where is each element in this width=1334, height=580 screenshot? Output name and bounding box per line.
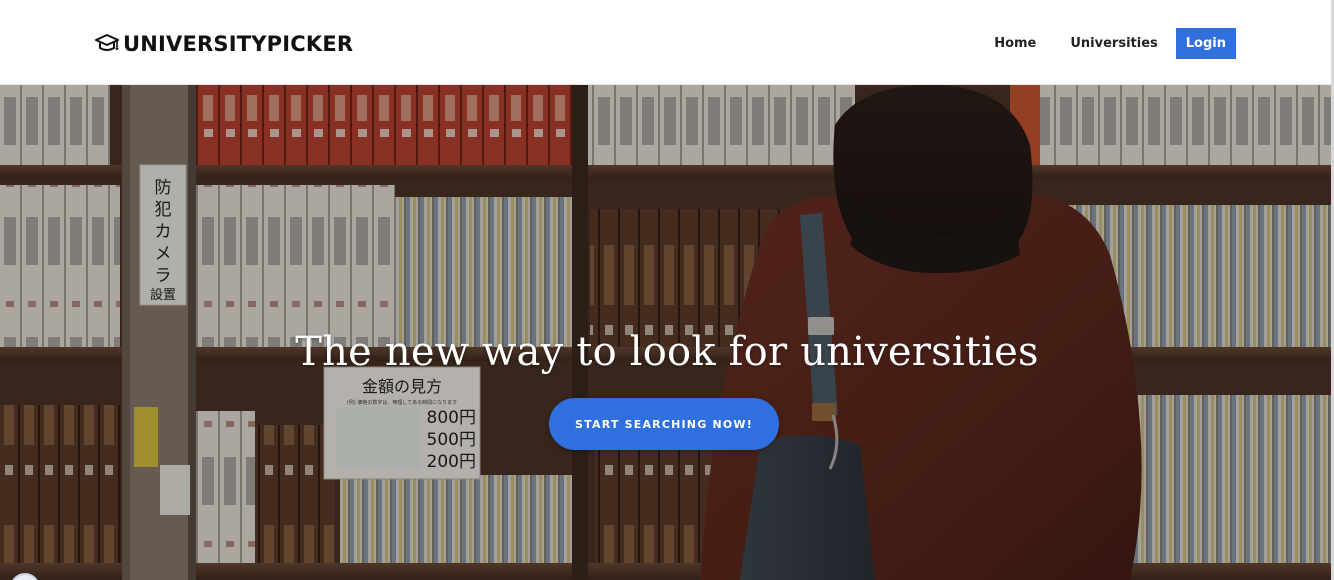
nav-universities-link[interactable]: Universities [1070, 29, 1157, 59]
start-searching-button[interactable]: START SEARCHING NOW! [549, 398, 779, 450]
hero-headline: The new way to look for universities [295, 329, 1039, 375]
brand-name: UNIVERSITYPICKER [123, 32, 354, 56]
nav-home-link[interactable]: Home [994, 29, 1036, 59]
graduation-cap-icon [95, 34, 119, 51]
brand-logo-link[interactable]: UNIVERSITYPICKER [95, 30, 353, 58]
hero-section: 防 犯 カ メ ラ 設置 金額の見方 (例) 価格の数字は、無理してある時間にな… [0, 85, 1334, 580]
login-button[interactable]: Login [1175, 28, 1236, 59]
main-nav: Home Universities Login [994, 28, 1236, 59]
top-navbar: UNIVERSITYPICKER Home Universities Login [0, 0, 1334, 85]
